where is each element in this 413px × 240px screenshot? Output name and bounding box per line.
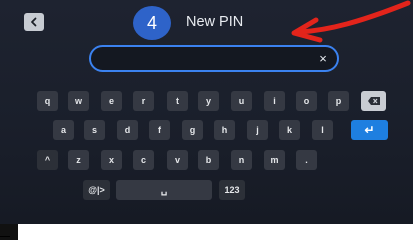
key-v[interactable]: v	[167, 150, 188, 170]
key-w[interactable]: w	[68, 91, 89, 111]
key-label: t	[176, 96, 179, 106]
key-a[interactable]: a	[53, 120, 74, 140]
key-l[interactable]: l	[312, 120, 333, 140]
key-i[interactable]: i	[264, 91, 285, 111]
key-label: x	[108, 155, 114, 165]
backspace-icon	[367, 97, 380, 105]
key-label: b	[205, 155, 212, 165]
key-label: n	[238, 155, 245, 165]
enter-key[interactable]: ↵	[351, 120, 388, 140]
key-h[interactable]: h	[214, 120, 235, 140]
bottom-left-border	[0, 224, 18, 240]
key-label: s	[91, 125, 97, 135]
key-label: 123	[224, 185, 240, 195]
key-c[interactable]: c	[133, 150, 154, 170]
key-label: i	[273, 96, 276, 106]
key-u[interactable]: u	[231, 91, 252, 111]
key-label: z	[76, 155, 81, 165]
key-label: .	[305, 155, 308, 165]
key-s[interactable]: s	[84, 120, 105, 140]
key-z[interactable]: z	[68, 150, 89, 170]
key-label: j	[256, 125, 259, 135]
key-y[interactable]: y	[198, 91, 219, 111]
pin-setup-screen: 4 New PIN × q w e r t y u i o p a s d f g h j k l ↵ ^ z x c v b n m…	[0, 0, 413, 224]
backspace-key[interactable]	[361, 91, 386, 111]
key-b[interactable]: b	[198, 150, 219, 170]
key-e[interactable]: e	[101, 91, 122, 111]
key-label: g	[189, 125, 196, 135]
key-g[interactable]: g	[182, 120, 203, 140]
key-label: l	[321, 125, 324, 135]
key-label: e	[108, 96, 114, 106]
key-label: ^	[44, 155, 51, 165]
key-j[interactable]: j	[247, 120, 268, 140]
key-f[interactable]: f	[149, 120, 170, 140]
key-label: c	[140, 155, 146, 165]
key-label: o	[303, 96, 310, 106]
key-r[interactable]: r	[133, 91, 154, 111]
key-label: f	[158, 125, 161, 135]
key-label: k	[286, 125, 292, 135]
key-o[interactable]: o	[296, 91, 317, 111]
key-label: h	[221, 125, 228, 135]
numbers-key[interactable]: 123	[219, 180, 245, 200]
key-label: ␣	[160, 184, 168, 196]
divider-line	[0, 236, 10, 237]
key-label: r	[141, 96, 146, 106]
red-arrow-icon	[291, 0, 411, 43]
key-label: v	[174, 155, 180, 165]
key-q[interactable]: q	[37, 91, 58, 111]
key-label: q	[44, 96, 51, 106]
key-label: ↵	[364, 123, 375, 137]
key-label: u	[238, 96, 245, 106]
symbols-key[interactable]: @|>	[83, 180, 110, 200]
key-x[interactable]: x	[101, 150, 122, 170]
key-n[interactable]: n	[231, 150, 252, 170]
key-label: @|>	[88, 185, 105, 195]
period-key[interactable]: .	[296, 150, 317, 170]
key-label: w	[74, 96, 82, 106]
key-p[interactable]: p	[328, 91, 349, 111]
key-d[interactable]: d	[117, 120, 138, 140]
key-label: y	[205, 96, 211, 106]
key-k[interactable]: k	[279, 120, 300, 140]
key-label: a	[60, 125, 66, 135]
key-label: m	[270, 155, 279, 165]
key-t[interactable]: t	[167, 91, 188, 111]
key-label: d	[124, 125, 131, 135]
key-m[interactable]: m	[264, 150, 285, 170]
space-key[interactable]: ␣	[116, 180, 212, 200]
key-label: p	[335, 96, 342, 106]
shift-key[interactable]: ^	[37, 150, 58, 170]
